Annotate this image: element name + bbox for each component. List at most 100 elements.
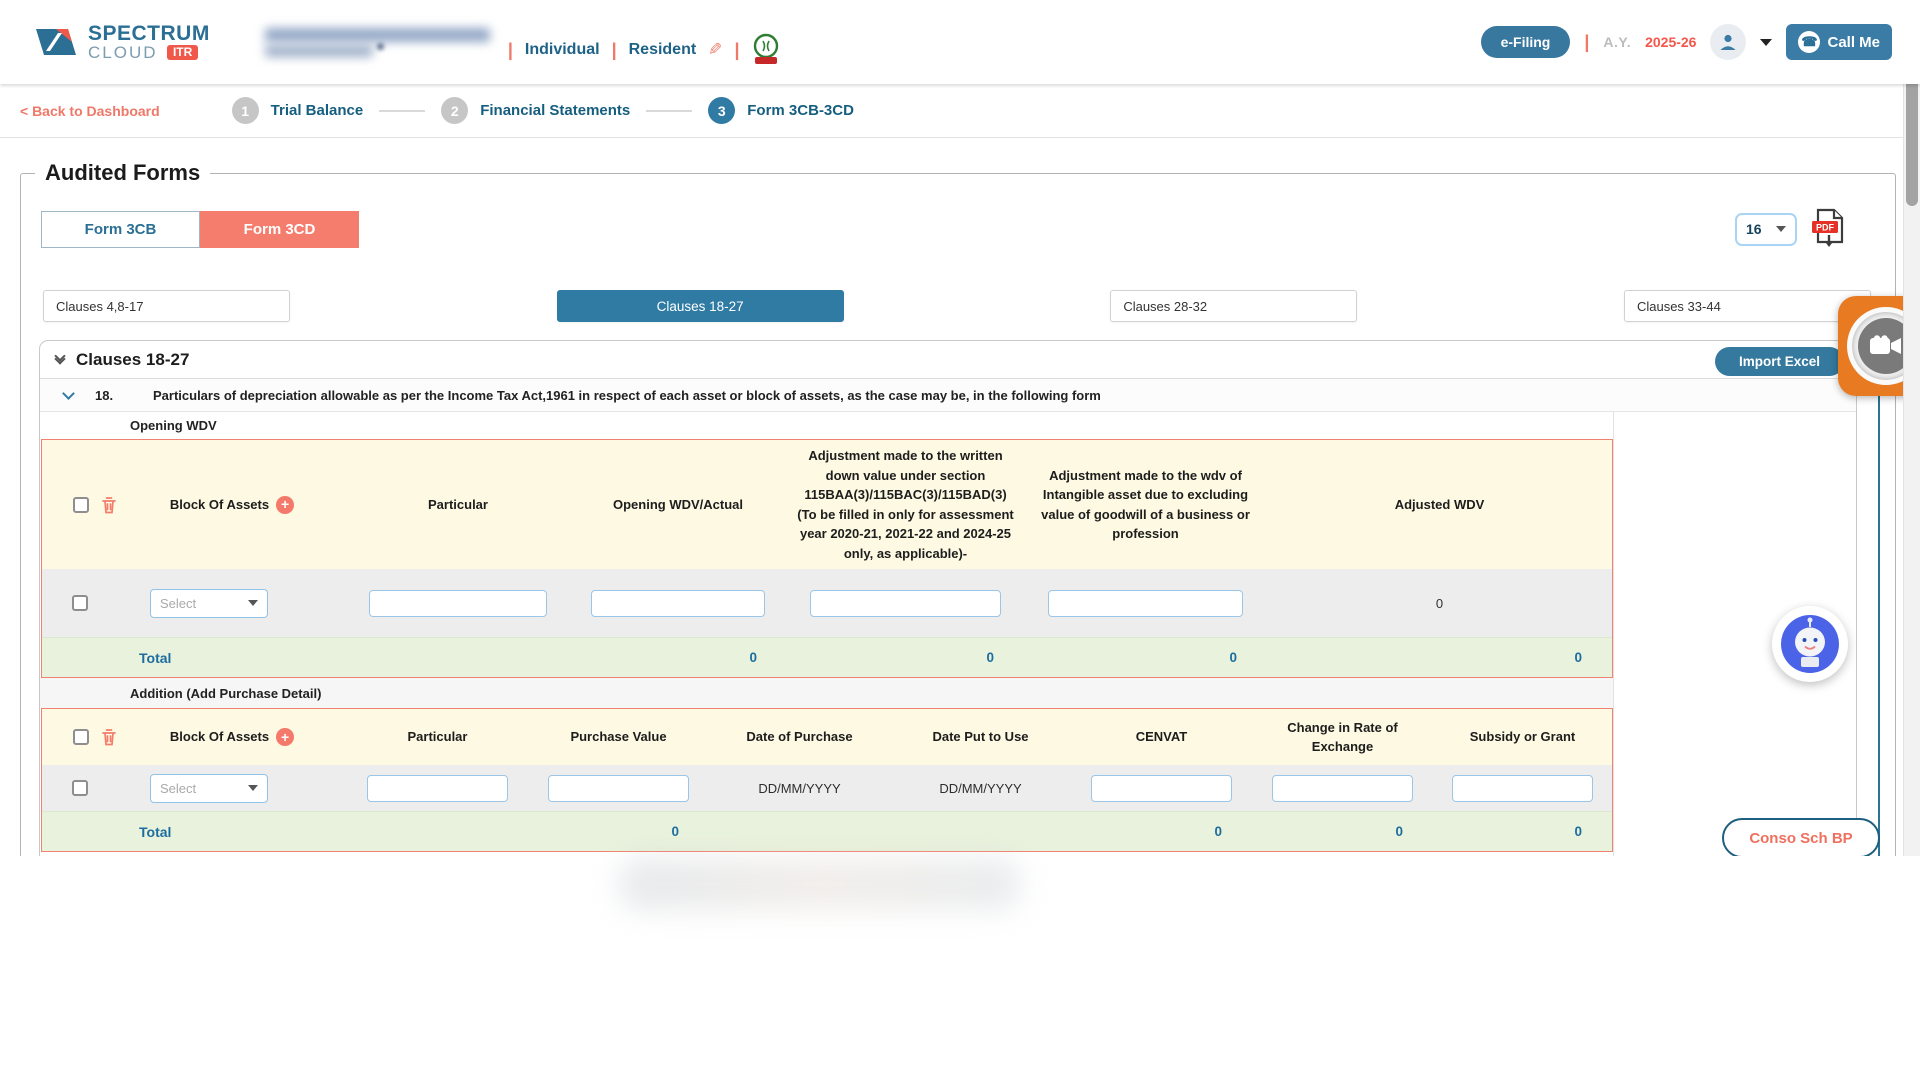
svg-text:PDF: PDF <box>1816 223 1835 233</box>
profile-caret-down-icon[interactable] <box>1760 39 1772 46</box>
subsidy-or-grant-input[interactable] <box>1452 775 1592 802</box>
col-block-of-assets: Block Of Assets + <box>117 709 347 765</box>
residency-label: Resident <box>629 41 697 59</box>
row-checkbox[interactable] <box>72 595 88 611</box>
total-change-in-rate: 0 <box>1252 812 1433 851</box>
col-adjusted-wdv: Adjusted WDV <box>1267 440 1612 569</box>
col-adjustment-115baa: Adjustment made to the written down valu… <box>787 440 1024 569</box>
step-financial-statements[interactable]: 2 Financial Statements <box>441 97 630 124</box>
col-opening-wdv: Opening WDV/Actual <box>569 440 787 569</box>
audited-forms-title: Audited Forms <box>35 160 210 186</box>
itr-badge: ITR <box>167 45 198 60</box>
purchase-value-input[interactable] <box>548 775 690 802</box>
select-caret-icon <box>248 785 258 791</box>
addition-table: Block Of Assets + Particular Purchase Va… <box>41 708 1613 852</box>
back-to-dashboard-link[interactable]: < Back to Dashboard <box>20 103 160 119</box>
user-avatar-icon <box>1718 32 1738 52</box>
opening-wdv-header-row: Block Of Assets + Particular Opening WDV… <box>42 440 1612 569</box>
clauses-18-27-panel: Clauses 18-27 Import Excel 18. Particula… <box>39 340 1857 856</box>
select-caret-icon <box>248 600 258 606</box>
brand-sub: CLOUD <box>88 44 158 61</box>
col-particular: Particular <box>347 440 569 569</box>
add-block-icon[interactable]: + <box>276 496 294 514</box>
change-in-rate-input[interactable] <box>1272 775 1414 802</box>
deduction-label: Deduction <box>40 852 1613 856</box>
ca-emblem-icon <box>751 33 781 67</box>
addition-label: Addition (Add Purchase Detail) <box>40 678 1613 708</box>
background-artifact <box>620 858 1020 910</box>
brand-name: SPECTRUM <box>88 23 210 44</box>
app-window: SPECTRUM CLOUD ITR | Individual | Reside… <box>0 0 1920 856</box>
pdf-download-icon[interactable]: PDF <box>1811 208 1847 250</box>
delete-rows-icon[interactable] <box>101 728 117 746</box>
tab-clauses-4-8-17[interactable]: Clauses 4,8-17 <box>43 290 290 322</box>
opening-wdv-label: Opening WDV <box>40 412 1613 439</box>
particular-input[interactable] <box>369 590 546 617</box>
top-header: SPECTRUM CLOUD ITR | Individual | Reside… <box>0 0 1920 84</box>
col-change-in-rate: Change in Rate of Exchange <box>1252 709 1433 765</box>
date-put-to-use-field[interactable]: DD/MM/YYYY <box>890 765 1071 811</box>
vertical-scrollbar[interactable] <box>1903 0 1920 856</box>
total-label: Total <box>139 650 171 666</box>
clause-tab-bar: Clauses 4,8-17 Clauses 18-27 Clauses 28-… <box>43 290 1871 322</box>
tab-form-3cd[interactable]: Form 3CD <box>200 211 359 248</box>
client-name-masked <box>265 28 490 42</box>
select-caret-icon <box>1776 226 1786 232</box>
header-right-cluster: e-Filing | A.Y. 2025-26 ☎ Call Me <box>1481 24 1892 60</box>
user-avatar[interactable] <box>1710 24 1746 60</box>
adjustment-115baa-input[interactable] <box>810 590 1000 617</box>
clause-number: 18. <box>95 388 153 403</box>
opening-wdv-total-row: Total 0 0 0 0 <box>42 637 1612 677</box>
col-date-of-purchase: Date of Purchase <box>709 709 890 765</box>
tab-clauses-18-27[interactable]: Clauses 18-27 <box>557 290 844 322</box>
collapse-chevrons-icon[interactable] <box>56 352 64 363</box>
opening-wdv-table: Block Of Assets + Particular Opening WDV… <box>41 439 1613 678</box>
client-type-label: Individual <box>525 41 600 59</box>
delete-rows-icon[interactable] <box>101 496 117 514</box>
chat-assistant-button[interactable] <box>1772 606 1848 682</box>
adjustment-goodwill-input[interactable] <box>1048 590 1243 617</box>
step-trial-balance[interactable]: 1 Trial Balance <box>232 97 364 124</box>
addition-input-row: Select DD/MM/YYYY DD/MM/YYYY <box>42 765 1612 811</box>
total-cenvat: 0 <box>1071 812 1252 851</box>
step-form-3cb-3cd[interactable]: 3 Form 3CB-3CD <box>708 97 854 124</box>
particular-input[interactable] <box>367 775 509 802</box>
col-date-put-to-use: Date Put to Use <box>890 709 1071 765</box>
addition-header-row: Block Of Assets + Particular Purchase Va… <box>42 709 1612 765</box>
client-pan-masked <box>265 45 373 57</box>
opening-wdv-input-row: Select 0 <box>42 569 1612 637</box>
edit-icon[interactable]: ✎ <box>708 40 722 60</box>
row-checkbox[interactable] <box>72 780 88 796</box>
date-of-purchase-field[interactable]: DD/MM/YYYY <box>709 765 890 811</box>
block-of-assets-select[interactable]: Select <box>150 774 268 803</box>
call-me-button[interactable]: ☎ Call Me <box>1786 24 1892 60</box>
tab-form-3cb[interactable]: Form 3CB <box>41 211 200 248</box>
panel-title: Clauses 18-27 <box>76 350 189 370</box>
col-block-of-assets: Block Of Assets + <box>117 440 347 569</box>
select-all-checkbox[interactable] <box>73 497 89 513</box>
total-opening-wdv: 0 <box>569 638 787 677</box>
conso-sch-bp-button[interactable]: Conso Sch BP <box>1722 818 1880 856</box>
clause-18-expand-icon[interactable] <box>62 387 75 400</box>
add-block-icon[interactable]: + <box>276 728 294 746</box>
page-size-select[interactable]: 16 <box>1735 213 1797 246</box>
audited-forms-section: Audited Forms Form 3CB Form 3CD 16 PDF <box>20 160 1896 856</box>
total-purchase-value: 0 <box>528 812 709 851</box>
brand-logo: SPECTRUM CLOUD ITR <box>34 21 210 63</box>
clause-18-row: 18. Particulars of depreciation allowabl… <box>40 379 1856 412</box>
tab-clauses-33-44[interactable]: Clauses 33-44 <box>1624 290 1871 322</box>
col-particular: Particular <box>347 709 528 765</box>
total-label: Total <box>139 824 171 840</box>
total-adjusted-wdv: 0 <box>1267 638 1612 677</box>
select-all-checkbox[interactable] <box>73 729 89 745</box>
cenvat-input[interactable] <box>1091 775 1233 802</box>
efiling-button[interactable]: e-Filing <box>1481 26 1571 58</box>
block-of-assets-select[interactable]: Select <box>150 589 268 618</box>
import-excel-button[interactable]: Import Excel <box>1715 347 1844 376</box>
assessment-year-value: 2025-26 <box>1645 34 1696 50</box>
addition-total-row: Total 0 0 0 0 <box>42 811 1612 851</box>
total-adjustment-115baa: 0 <box>787 638 1024 677</box>
col-purchase-value: Purchase Value <box>528 709 709 765</box>
opening-wdv-input[interactable] <box>591 590 765 617</box>
tab-clauses-28-32[interactable]: Clauses 28-32 <box>1110 290 1357 322</box>
